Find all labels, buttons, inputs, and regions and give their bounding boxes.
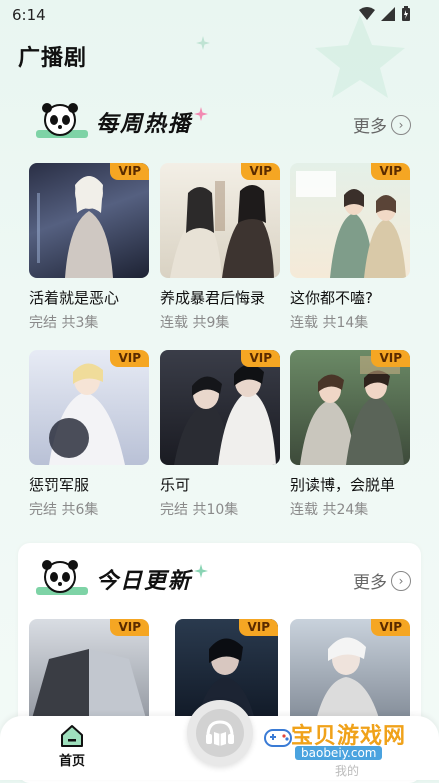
cover-art [300,356,404,465]
drama-title: 活着就是恶心 [29,289,120,307]
vip-badge: VIP [241,163,280,180]
drama-card[interactable]: VIP 这你都不嗑? 连载 共14集 [290,163,410,332]
cover-art [170,181,274,278]
cover-art [174,364,276,465]
drama-card[interactable]: VIP [290,619,410,729]
drama-cover: VIP [29,350,149,465]
drama-cover: VIP [290,619,410,729]
nav-mine-label[interactable]: 我的 [335,762,359,779]
drama-card[interactable]: VIP 活着就是恶心 完结 共3集 [29,163,149,332]
weekly-header: 每周热播 [34,102,209,142]
player-button[interactable] [187,700,253,766]
drama-card[interactable]: VIP [29,619,149,729]
drama-card[interactable]: VIP 乐可 完结 共10集 [160,350,280,519]
drama-cover: VIP [29,163,149,278]
decor-sparkle-icon [196,36,210,50]
panda-icon [36,560,88,595]
vip-badge: VIP [110,163,149,180]
drama-status: 连载 共9集 [160,315,230,331]
drama-status: 完结 共10集 [160,502,239,518]
drama-status: 连载 共24集 [290,502,369,518]
home-icon [61,725,83,747]
drama-cover: VIP [160,350,280,465]
vip-badge: VIP [110,350,149,367]
vip-badge: VIP [239,619,278,636]
page-title: 广播剧 [18,46,88,71]
drama-title: 乐可 [160,476,191,494]
drama-cover: VIP [160,163,280,278]
weekly-more-button[interactable]: 更多 › [353,112,411,137]
headphones-book-icon [206,720,234,746]
drama-cover: VIP [29,619,149,729]
drama-title: 养成暴君后悔录 [160,289,266,307]
panda-icon [36,103,88,138]
vip-badge: VIP [371,619,410,636]
cover-art [37,176,113,278]
today-header: 今日更新 [34,559,209,599]
weekly-more-label: 更多 [353,117,387,137]
drama-cover: VIP [290,350,410,465]
drama-status: 连载 共14集 [290,315,369,331]
weekly-title: 每周热播 [96,112,193,137]
today-title: 今日更新 [96,569,193,594]
drama-status: 完结 共3集 [29,315,99,331]
gamepad-icon [264,729,292,747]
vip-badge: VIP [371,350,410,367]
watermark: 宝贝游戏网 baobeiy.com 我的 [263,718,423,778]
drama-cover: VIP [290,163,410,278]
watermark-url: baobeiy.com [295,746,383,760]
chevron-right-icon: › [391,570,411,591]
today-more-button[interactable]: 更多 › [353,568,411,593]
today-more-label: 更多 [353,573,387,593]
cover-art [49,363,125,465]
drama-card[interactable]: VIP 惩罚军服 完结 共6集 [29,350,149,519]
drama-card[interactable]: VIP 养成暴君后悔录 连载 共9集 [160,163,280,332]
status-time: 6:14 [12,6,46,24]
decor-star-icon [315,15,405,98]
drama-status: 完结 共6集 [29,502,99,518]
sparkle-icon [194,564,209,578]
drama-title: 别读博，会脱单 [290,476,396,494]
cover-art [296,171,406,278]
chevron-right-icon: › [391,114,411,135]
nav-home-label: 首页 [58,754,85,769]
sparkle-icon [194,107,209,121]
vip-badge: VIP [110,619,149,636]
drama-card[interactable]: VIP 别读博，会脱单 连载 共24集 [290,350,410,519]
vip-badge: VIP [241,350,280,367]
nav-home[interactable]: 首页 [52,724,92,769]
drama-title: 惩罚军服 [29,476,90,494]
player-inner [196,709,244,757]
drama-title: 这你都不嗑? [290,289,373,307]
vip-badge: VIP [371,163,410,180]
